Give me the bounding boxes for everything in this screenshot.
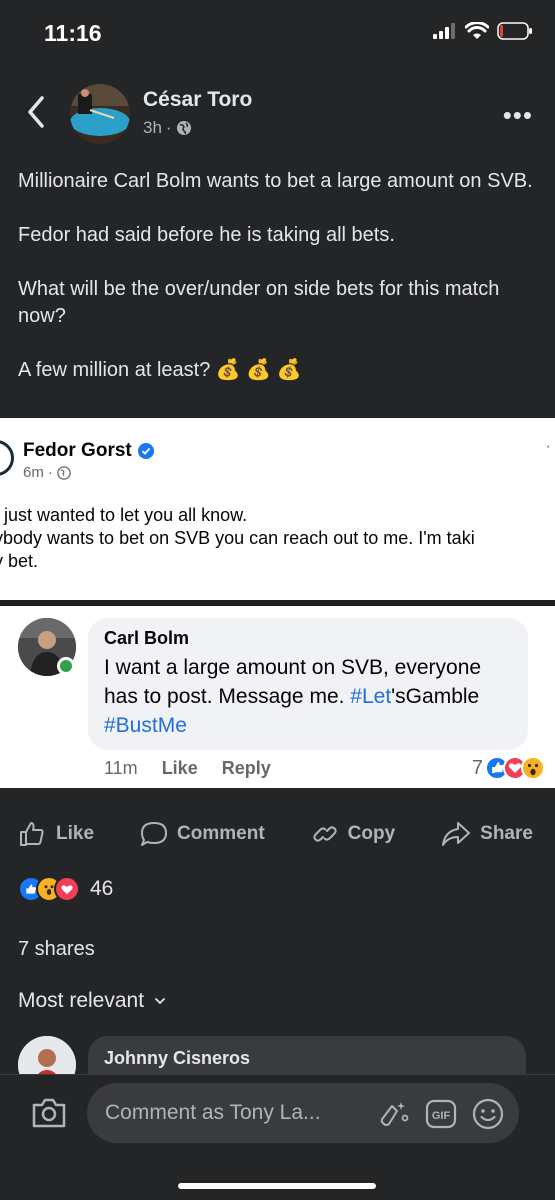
back-arrow-icon[interactable] [22,94,50,130]
reaction-count: 46 [90,877,114,900]
thumbs-up-icon [20,822,44,846]
embed-time: 6m [23,464,44,481]
more-options-icon[interactable]: ••• [503,100,533,131]
shares-count[interactable]: 7 shares [18,938,95,961]
home-indicator [178,1183,376,1189]
comment-author: Carl Bolm [104,628,190,648]
gif-icon[interactable]: GIF [425,1098,457,1130]
svg-text:GIF: GIF [432,1110,451,1122]
comment-like: Like [161,758,198,778]
hashtag-bustme: #BustMe [104,714,187,737]
comment-bubble: Carl Bolm I want a large amount on SVB, … [88,618,528,750]
hashtag-lets-gamble: #Let [350,685,392,708]
comment-input[interactable]: Comment as Tony La... GIF [87,1083,519,1143]
online-status-dot [57,657,75,675]
status-bar: 11:16 [0,0,555,66]
sort-label: Most relevant [18,989,145,1012]
like-label: Like [56,823,95,844]
reaction-icons [18,876,80,902]
comment-actions: 11m Like Reply [104,758,271,779]
verified-badge-icon [137,443,154,459]
author-name[interactable]: César Toro [143,88,252,112]
avatar-sticker-icon[interactable] [377,1098,411,1130]
post-paragraph-last: A few million at least? 💰 💰 💰 [18,357,538,384]
hashtag-lets-gamble-rest: 'sGamble [391,685,480,708]
comment-sort-dropdown[interactable]: Most relevant [18,989,166,1013]
embed-author: Fedor Gorst [23,440,154,462]
comment-reactions: 7 [472,756,545,780]
post-time: 3h [143,118,162,137]
comment-time: 11m [104,758,138,778]
embed-line: y bet. [0,551,39,571]
post-header: César Toro 3h · ••• [0,80,555,146]
embed-author-name: Fedor Gorst [23,440,132,461]
copy-label: Copy [347,823,396,844]
embed-meta: 6m · [23,464,71,481]
love-reaction-icon [54,876,80,902]
post-action-bar: Like Comment Copy Share [0,812,555,856]
status-icons [433,22,533,40]
post-meta: 3h · [143,118,192,138]
comment-composer: Comment as Tony La... GIF [0,1074,555,1200]
comment-text: I want a large amount on SVB, everyone h… [104,653,512,740]
post-text: Millionaire Carl Bolm wants to bet a lar… [18,168,538,411]
wifi-icon [465,22,489,39]
like-button[interactable]: Like [18,812,94,856]
battery-icon [497,22,532,40]
camera-icon[interactable] [30,1095,68,1131]
comment-button[interactable]: Comment [139,812,265,856]
meta-separator: · [47,464,53,481]
comment-item: Johnny Cisneros [0,1034,555,1074]
comment-bubble-icon [141,822,168,846]
chevron-down-icon [155,998,165,1005]
fedor-avatar [0,440,14,476]
comment-reply: Reply [221,758,271,778]
embed-text: , just wanted to let you all know. ybody… [0,504,555,573]
commenter-avatar[interactable] [18,1036,76,1074]
input-icons: GIF [377,1097,505,1131]
wow-reaction-icon [521,756,545,780]
comment-label: Comment [177,823,265,844]
status-time: 11:16 [44,20,102,46]
post-paragraph-text: A few million at least? [18,359,211,381]
meta-separator: · [165,118,172,137]
comment-bubble: Johnny Cisneros [88,1036,526,1074]
embedded-comment-screenshot: Carl Bolm I want a large amount on SVB, … [0,606,555,788]
emoji-icon[interactable] [471,1097,505,1131]
commenter-name[interactable]: Johnny Cisneros [104,1048,510,1069]
post-paragraph: Fedor had said before he is taking all b… [18,224,395,246]
globe-icon [176,121,191,135]
comment-reaction-count: 7 [471,756,483,779]
author-avatar[interactable] [70,84,130,144]
globe-icon [57,465,71,480]
signal-icon [433,23,455,39]
share-label: Share [480,823,533,844]
embed-line: , just wanted to let you all know. [0,505,248,525]
post-paragraph: What will be the over/under on side bets… [18,278,500,327]
copy-button[interactable]: Copy [310,812,396,856]
share-arrow-icon [442,822,471,846]
link-icon [313,826,337,842]
reactions-summary[interactable]: 46 [18,876,113,902]
embed-dot: · [545,438,551,455]
post-paragraph: Millionaire Carl Bolm wants to bet a lar… [18,170,533,192]
comment-placeholder: Comment as Tony La... [105,1101,321,1124]
embedded-post-screenshot: Fedor Gorst 6m · · , just wanted to let … [0,418,555,600]
embed-line: ybody wants to bet on SVB you can reach … [0,528,475,548]
share-button[interactable]: Share [440,812,533,856]
money-bag-emoji: 💰 💰 💰 [215,359,302,381]
